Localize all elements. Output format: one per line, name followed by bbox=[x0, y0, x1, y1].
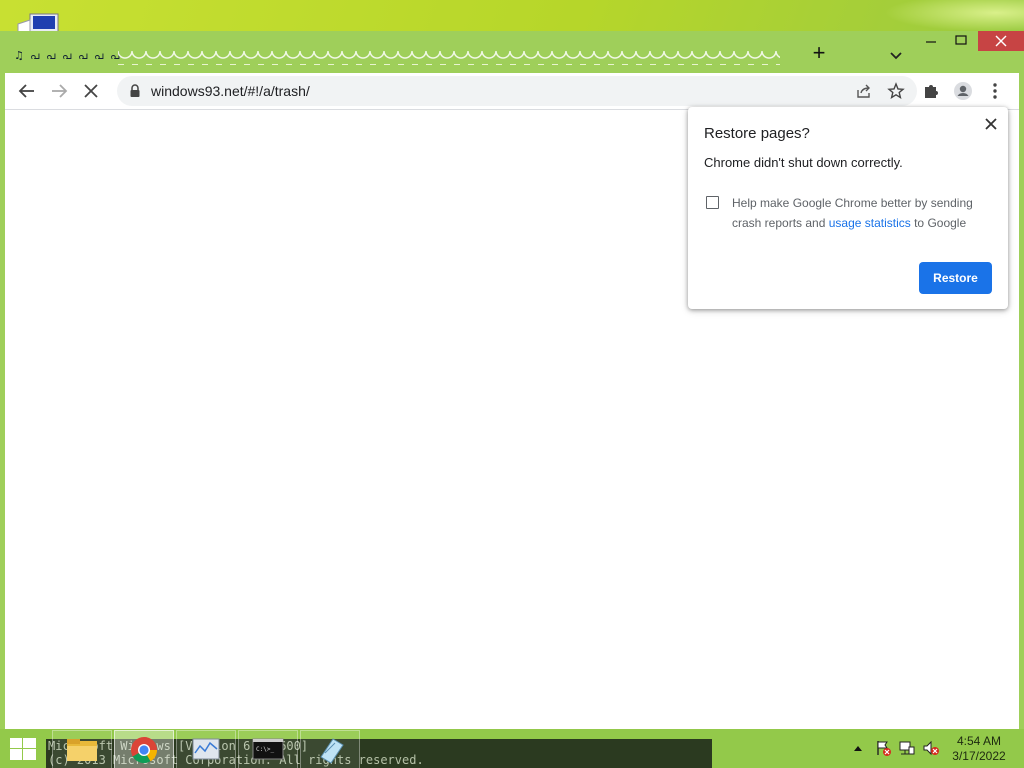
browser-toolbar: windows93.net/#!/a/trash/ bbox=[5, 73, 1019, 110]
dialog-message: Chrome didn't shut down correctly. bbox=[704, 155, 903, 170]
restore-button[interactable]: Restore bbox=[919, 262, 992, 294]
task-manager-icon[interactable] bbox=[176, 730, 236, 768]
url-text[interactable]: windows93.net/#!/a/trash/ bbox=[151, 83, 310, 99]
tab-favicon[interactable]: പ bbox=[94, 49, 108, 63]
lock-icon[interactable] bbox=[129, 84, 141, 98]
maximize-button[interactable] bbox=[946, 31, 976, 51]
crash-reports-checkbox[interactable] bbox=[706, 196, 719, 209]
extensions-puzzle-icon[interactable] bbox=[921, 81, 941, 101]
tab-favicon[interactable]: പ bbox=[46, 49, 60, 63]
address-bar[interactable]: windows93.net/#!/a/trash/ bbox=[117, 76, 917, 106]
network-icon[interactable] bbox=[898, 739, 916, 757]
forward-arrow-icon[interactable] bbox=[49, 81, 69, 101]
tab-favicon[interactable]: പ bbox=[78, 49, 92, 63]
tab-strip: ♫ പ പ പ പ പ പ + bbox=[0, 31, 1024, 73]
command-prompt-icon[interactable]: C:\>_ bbox=[238, 730, 298, 768]
tab-list: ♫ പ പ പ പ പ പ bbox=[14, 45, 126, 67]
close-window-button[interactable] bbox=[978, 31, 1024, 51]
restore-pages-dialog: Restore pages? Chrome didn't shut down c… bbox=[688, 107, 1008, 309]
action-center-flag-icon[interactable] bbox=[874, 739, 892, 757]
clock-time: 4:54 AM bbox=[956, 734, 1002, 748]
crash-reports-label: Help make Google Chrome better by sendin… bbox=[732, 193, 994, 233]
svg-text:C:\>_: C:\>_ bbox=[256, 746, 274, 753]
chrome-icon[interactable] bbox=[114, 730, 174, 768]
close-icon[interactable] bbox=[982, 115, 1000, 133]
usage-statistics-link[interactable]: usage statistics bbox=[829, 216, 911, 230]
back-arrow-icon[interactable] bbox=[17, 81, 37, 101]
bookmark-star-icon[interactable] bbox=[887, 82, 905, 100]
clock-date: 3/17/2022 bbox=[952, 749, 1006, 763]
tab-audio-icon[interactable]: ♫ bbox=[14, 49, 28, 63]
tab-strip-tabs[interactable] bbox=[118, 45, 780, 67]
tab-favicon[interactable]: പ bbox=[62, 49, 76, 63]
new-tab-button[interactable]: + bbox=[808, 42, 830, 65]
file-explorer-icon[interactable] bbox=[52, 730, 112, 768]
tab-favicon[interactable]: പ bbox=[30, 49, 44, 63]
minimize-button[interactable] bbox=[916, 31, 946, 51]
help-text-suffix: to Google bbox=[910, 216, 967, 230]
volume-muted-icon[interactable] bbox=[922, 739, 940, 757]
stop-loading-icon[interactable] bbox=[81, 81, 101, 101]
taskbar: Microsoft Windows [Version 6.3.9600] (c)… bbox=[0, 729, 1024, 768]
profile-avatar-icon[interactable] bbox=[953, 81, 973, 101]
dialog-title: Restore pages? bbox=[704, 125, 810, 142]
tab-search-chevron-icon[interactable] bbox=[886, 45, 906, 65]
menu-kebab-icon[interactable] bbox=[985, 81, 1005, 101]
wallpaper-leaf bbox=[884, 0, 1024, 32]
share-icon[interactable] bbox=[855, 82, 873, 100]
system-clock[interactable]: 4:54 AM 3/17/2022 bbox=[944, 734, 1014, 764]
notepad-icon[interactable] bbox=[300, 730, 360, 768]
windows-start-icon[interactable] bbox=[10, 738, 36, 760]
show-hidden-icons-chevron-icon[interactable] bbox=[849, 739, 867, 757]
